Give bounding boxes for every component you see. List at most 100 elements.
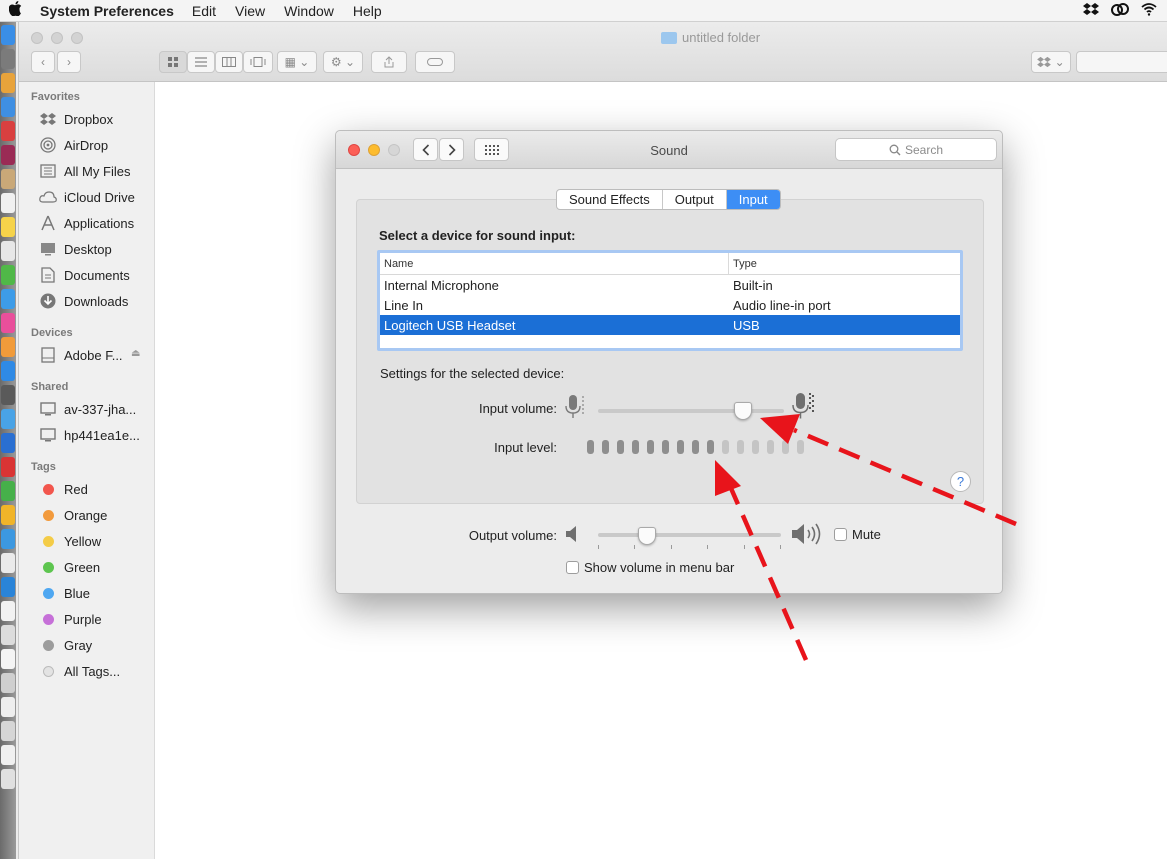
tab-output[interactable]: Output <box>663 190 727 209</box>
dock-app-icon[interactable] <box>1 505 15 525</box>
dock-app-icon[interactable] <box>1 361 15 381</box>
table-row[interactable]: Internal Microphone Built-in <box>380 275 960 295</box>
zoom-button[interactable] <box>71 32 83 44</box>
sidebar-tag-green[interactable]: Green <box>39 557 100 577</box>
dock-app-icon[interactable] <box>1 241 15 261</box>
menu-view[interactable]: View <box>235 3 265 19</box>
sidebar-tag-orange[interactable]: Orange <box>39 505 107 525</box>
sidebar-item-icloud-drive[interactable]: iCloud Drive <box>39 187 135 207</box>
dock-app-icon[interactable] <box>1 169 15 189</box>
sidebar-tag-blue[interactable]: Blue <box>39 583 90 603</box>
dock-app-icon[interactable] <box>1 553 15 573</box>
action-gear-button[interactable]: ⚙ ⌄ <box>323 51 363 73</box>
menu-window[interactable]: Window <box>284 3 334 19</box>
dock-app-icon[interactable] <box>1 337 15 357</box>
dock-app-icon[interactable] <box>1 385 15 405</box>
search-icon <box>889 144 901 155</box>
dropbox-status-icon[interactable] <box>1083 2 1099 19</box>
eject-icon[interactable]: ⏏ <box>131 348 140 359</box>
dock-app-icon[interactable] <box>1 457 15 477</box>
sidebar-item-shared-hp441[interactable]: hp441ea1e... <box>39 425 140 445</box>
minimize-button[interactable] <box>51 32 63 44</box>
dock-app-icon[interactable] <box>1 313 15 333</box>
dock-app-icon[interactable] <box>1 649 15 669</box>
dock-app-icon[interactable] <box>1 721 15 741</box>
menu-edit[interactable]: Edit <box>192 3 216 19</box>
column-header-name[interactable]: Name <box>380 253 729 274</box>
dock-app-icon[interactable] <box>1 529 15 549</box>
dock-app-icon[interactable] <box>1 625 15 645</box>
table-row[interactable]: Line In Audio line-in port <box>380 295 960 315</box>
dock-app-icon[interactable] <box>1 745 15 765</box>
sidebar-tag-all[interactable]: All Tags... <box>39 661 120 681</box>
column-view-button[interactable] <box>215 51 243 73</box>
dropbox-toolbar-button[interactable]: ⌄ <box>1031 51 1071 73</box>
downloads-icon <box>39 293 57 309</box>
sidebar-item-dropbox[interactable]: Dropbox <box>39 109 113 129</box>
sidebar-item-desktop[interactable]: Desktop <box>39 239 112 259</box>
shared-header: Shared <box>31 381 69 393</box>
mute-checkbox[interactable] <box>834 528 847 541</box>
back-button[interactable]: ‹ <box>31 51 55 73</box>
sidebar-tag-yellow[interactable]: Yellow <box>39 531 101 551</box>
dock-app-icon[interactable] <box>1 409 15 429</box>
dock-app-icon[interactable] <box>1 673 15 693</box>
sidebar-item-all-my-files[interactable]: All My Files <box>39 161 130 181</box>
tab-sound-effects[interactable]: Sound Effects <box>557 190 663 209</box>
sidebar-item-adobe-drive[interactable]: Adobe F... <box>39 345 123 365</box>
tab-input[interactable]: Input <box>726 190 780 209</box>
dock-app-icon[interactable] <box>1 193 15 213</box>
forward-button[interactable]: › <box>57 51 81 73</box>
sidebar-item-documents[interactable]: Documents <box>39 265 130 285</box>
list-view-button[interactable] <box>187 51 215 73</box>
dock-app-icon[interactable] <box>1 481 15 501</box>
icon-view-button[interactable] <box>159 51 187 73</box>
dock-app-icon[interactable] <box>1 697 15 717</box>
tag-dot-icon <box>42 613 54 625</box>
sidebar-item-airdrop[interactable]: AirDrop <box>39 135 108 155</box>
table-row-selected[interactable]: Logitech USB Headset USB <box>380 315 960 335</box>
output-volume-slider[interactable] <box>598 533 781 537</box>
column-header-type[interactable]: Type <box>729 253 757 274</box>
dock-app-icon[interactable] <box>1 601 15 621</box>
sidebar-item-shared-av-337[interactable]: av-337-jha... <box>39 399 136 419</box>
folder-icon <box>661 31 677 44</box>
output-volume-slider-knob[interactable] <box>638 527 657 545</box>
finder-search-field[interactable] <box>1076 51 1167 73</box>
search-field[interactable]: Search <box>835 138 997 161</box>
show-volume-checkbox[interactable] <box>566 561 579 574</box>
arrange-button[interactable]: ▦ ⌄ <box>277 51 317 73</box>
cover-flow-button[interactable] <box>243 51 273 73</box>
dock-app-icon[interactable] <box>1 577 15 597</box>
sidebar-item-downloads[interactable]: Downloads <box>39 291 128 311</box>
dock-app-icon[interactable] <box>1 289 15 309</box>
sidebar-tag-purple[interactable]: Purple <box>39 609 102 629</box>
dock-app-icon[interactable] <box>1 217 15 237</box>
dock-app-icon[interactable] <box>1 769 15 789</box>
apple-menu-icon[interactable] <box>0 1 30 20</box>
drive-icon <box>39 347 57 363</box>
dock-app-icon[interactable] <box>1 265 15 285</box>
dock-app-icon[interactable] <box>1 121 15 141</box>
dock-app-icon[interactable] <box>1 433 15 453</box>
share-button[interactable] <box>371 51 407 73</box>
sidebar-tag-gray[interactable]: Gray <box>39 635 92 655</box>
level-bar <box>722 440 729 454</box>
documents-icon <box>39 267 57 283</box>
sidebar-item-applications[interactable]: Applications <box>39 213 134 233</box>
dock-app-icon[interactable] <box>1 73 15 93</box>
app-menu[interactable]: System Preferences <box>40 3 174 19</box>
dock-app-icon[interactable] <box>1 25 15 45</box>
input-volume-slider[interactable] <box>598 409 784 413</box>
wifi-status-icon[interactable] <box>1141 2 1157 19</box>
help-button[interactable]: ? <box>950 471 971 492</box>
close-button[interactable] <box>31 32 43 44</box>
sidebar-tag-red[interactable]: Red <box>39 479 88 499</box>
input-volume-slider-knob[interactable] <box>734 402 753 420</box>
menu-help[interactable]: Help <box>353 3 382 19</box>
tags-button[interactable] <box>415 51 455 73</box>
dock-app-icon[interactable] <box>1 145 15 165</box>
dock-app-icon[interactable] <box>1 49 15 69</box>
creative-cloud-status-icon[interactable] <box>1111 2 1129 19</box>
dock-app-icon[interactable] <box>1 97 15 117</box>
